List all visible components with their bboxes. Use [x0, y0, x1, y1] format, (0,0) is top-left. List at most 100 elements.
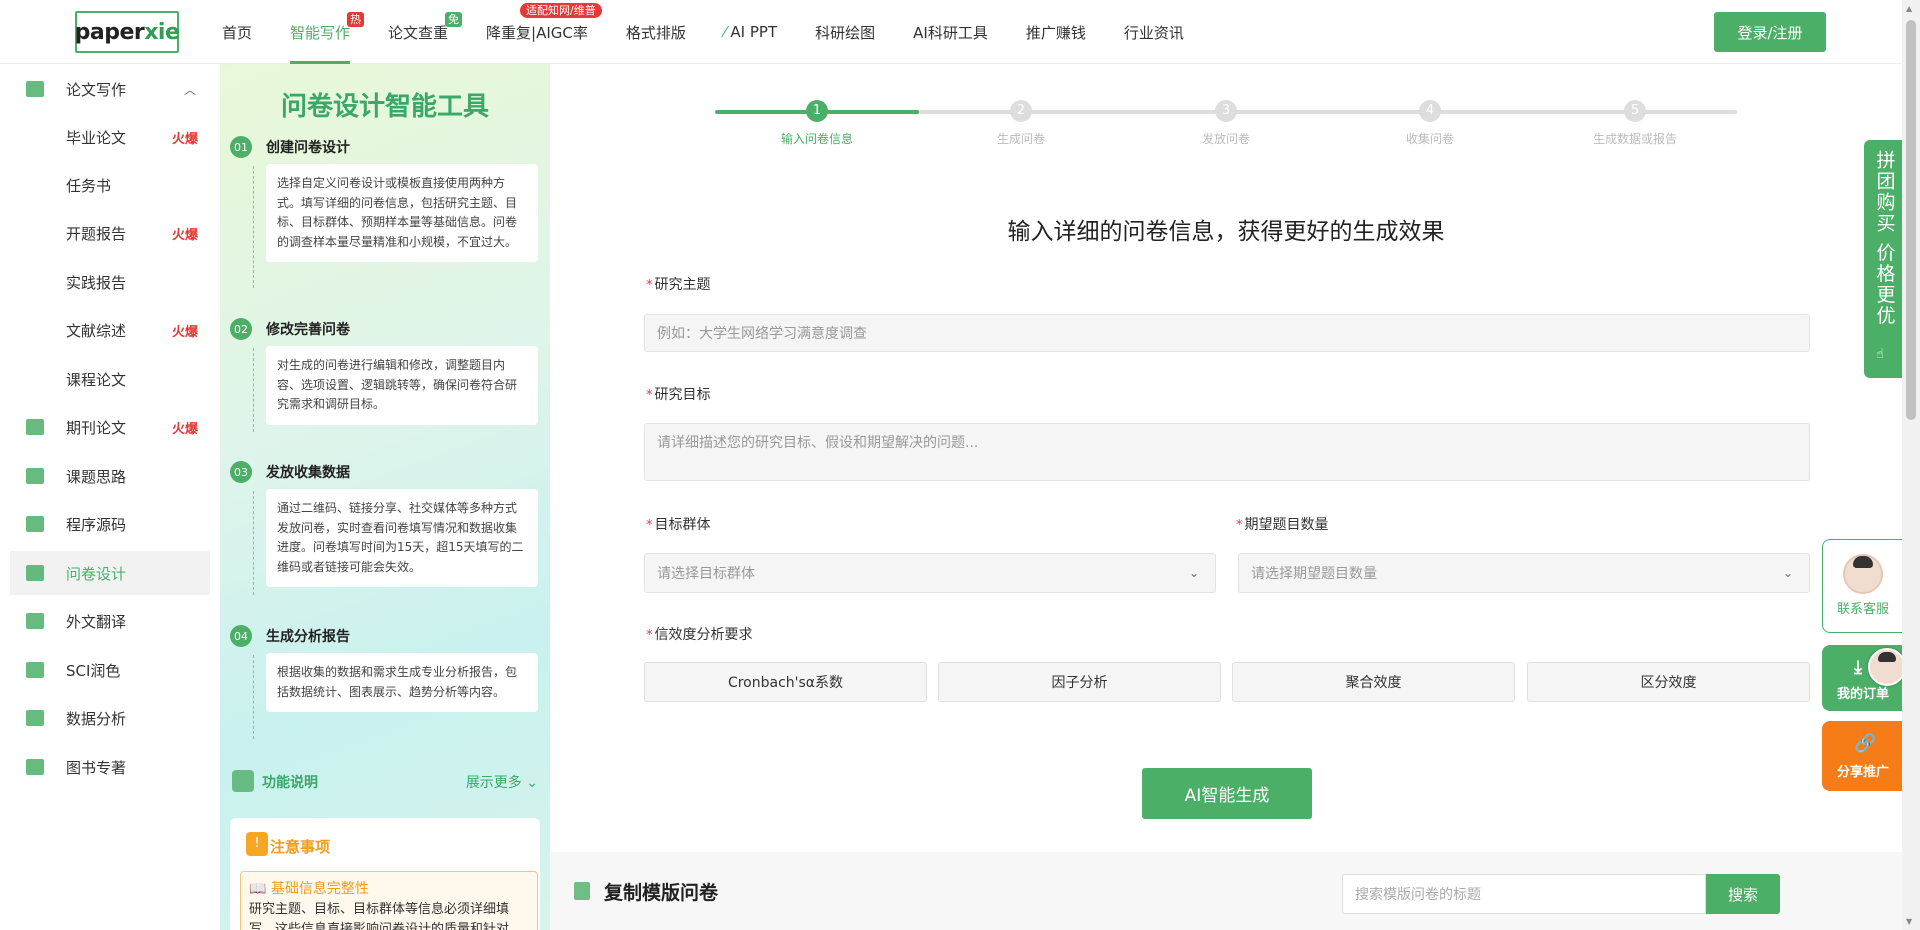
validity-option-cronbach[interactable]: Cronbach'sα系数	[644, 662, 927, 702]
step-description: 选择自定义问卷设计或模板直接使用两种方式。填写详细的问卷信息，包括研究主题、目标…	[266, 164, 538, 262]
nav-label: 首页	[222, 23, 253, 42]
template-search-input[interactable]: 搜索模版问卷的标题	[1342, 874, 1706, 914]
sidebar-item-data-analysis[interactable]: 数据分析	[10, 696, 210, 740]
step-divider	[253, 166, 254, 288]
share-promotion-button[interactable]: 🔗 分享推广	[1822, 721, 1904, 791]
validity-option-convergent[interactable]: 聚合效度	[1232, 662, 1515, 702]
sidebar-item-label: 程序源码	[66, 515, 127, 534]
step-description: 对生成的问卷进行编辑和修改，调整题目内容、选项设置、逻辑跳转等，确保问卷符合研究…	[266, 346, 538, 425]
nav-research-drawing[interactable]: 科研绘图	[815, 0, 875, 64]
validity-option-factor-analysis[interactable]: 因子分析	[938, 662, 1221, 702]
ai-generate-button[interactable]: AI智能生成	[1142, 768, 1312, 819]
form-heading: 输入详细的问卷信息，获得更好的生成效果	[1007, 219, 1445, 245]
nav-home[interactable]: 首页	[222, 0, 252, 64]
validity-option-discriminant[interactable]: 区分效度	[1527, 662, 1810, 702]
chat-avatar[interactable]	[1868, 648, 1906, 686]
target-group-label-text: 目标群体	[654, 517, 711, 533]
sidebar-item-assignment[interactable]: 任务书	[10, 163, 210, 207]
sidebar-item-practice-report[interactable]: 实践报告	[10, 260, 210, 304]
nav-ai-ppt[interactable]: ⁄ AI PPT	[724, 0, 777, 64]
sidebar-item-course-paper[interactable]: 课程论文	[10, 357, 210, 401]
pen-icon	[26, 81, 44, 97]
sidebar-item-label: SCI润色	[66, 661, 121, 680]
sidebar-item-label: 问卷设计	[66, 564, 127, 583]
nav-reduce-aigc[interactable]: 降重复|AIGC率 适配知网/维普	[486, 0, 602, 64]
login-register-button[interactable]: 登录/注册	[1714, 12, 1826, 52]
hot-badge: 火爆	[172, 421, 199, 437]
logo[interactable]: paper xie	[74, 11, 180, 53]
step-divider	[253, 491, 254, 595]
template-search-button[interactable]: 搜索	[1706, 874, 1780, 914]
notice-subtitle: 📖 基础信息完整性	[249, 878, 369, 898]
sidebar-item-label: 任务书	[66, 176, 112, 195]
step-title: 发放收集数据	[266, 465, 350, 481]
question-count-select[interactable]: 请选择期望题目数量 ⌄	[1238, 553, 1810, 593]
nav-label: 行业资讯	[1123, 23, 1184, 42]
question-count-placeholder: 请选择期望题目数量	[1251, 566, 1377, 582]
sidebar-item-topic-ideas[interactable]: 课题思路	[10, 454, 210, 498]
sidebar-item-proposal[interactable]: 开题报告 火爆	[10, 211, 210, 255]
nav-label: 智能写作	[290, 23, 351, 42]
progress-step-1: 1 输入问卷信息	[757, 100, 877, 147]
required-star: *	[646, 518, 653, 533]
nav-label: 科研绘图	[815, 23, 876, 42]
chevron-down-icon: ⌄	[1782, 566, 1793, 580]
topic-input[interactable]: 例如：大学生网络学习满意度调查	[644, 314, 1810, 352]
step-description: 根据收集的数据和需求生成专业分析报告，包括数据统计、图表展示、趋势分析等内容。	[266, 653, 538, 712]
step-dot: 3	[1215, 100, 1237, 122]
sidebar-item-translation[interactable]: 外文翻译	[10, 599, 210, 643]
sidebar-item-label: 图书专著	[66, 758, 127, 777]
show-more-link[interactable]: 展示更多 ⌄	[466, 772, 538, 792]
scroll-up-arrow[interactable]: ▲	[1906, 4, 1912, 13]
step-label: 收集问卷	[1405, 132, 1454, 146]
nav-plagiarism-check[interactable]: 论文查重免	[388, 0, 463, 64]
step-number: 03	[230, 461, 252, 483]
nav-ai-research-tools[interactable]: AI科研工具	[913, 0, 988, 64]
guide-panel: 问卷设计智能工具 01 创建问卷设计 选择自定义问卷设计或模板直接使用两种方式。…	[220, 64, 550, 930]
scroll-down-arrow[interactable]: ▼	[1906, 917, 1912, 926]
nav-formatting[interactable]: 格式排版	[626, 0, 686, 64]
step-number: 04	[230, 625, 252, 647]
nav-label: 降重复|AIGC率	[486, 23, 588, 42]
hot-badge: 热	[347, 12, 365, 27]
translate-icon	[26, 613, 44, 629]
target-group-label: * 目标群体	[646, 514, 711, 534]
nav-smart-writing[interactable]: 智能写作热	[290, 0, 365, 64]
code-icon	[26, 516, 44, 532]
nav-news[interactable]: 行业资讯	[1124, 0, 1184, 64]
page-scrollbar[interactable]: ▲ ▼	[1902, 0, 1920, 930]
sidebar-item-books[interactable]: 图书专著	[10, 745, 210, 789]
top-navbar: paper xie 首页 智能写作热 论文查重免 降重复|AIGC率 适配知网/维普…	[0, 0, 1920, 64]
sidebar-item-source-code[interactable]: 程序源码	[10, 502, 210, 546]
target-group-select[interactable]: 请选择目标群体 ⌄	[644, 553, 1216, 593]
sidebar-item-literature-review[interactable]: 文献综述 火爆	[10, 308, 210, 352]
sidebar-item-label: 数据分析	[66, 709, 127, 728]
nav-label: 格式排版	[625, 23, 686, 42]
grid-icon	[232, 770, 254, 792]
chevron-down-icon: ⌄	[1188, 566, 1199, 580]
logo-accent: xie	[144, 19, 180, 45]
topic-label: * 研究主题	[646, 274, 711, 294]
step-number: 01	[230, 136, 252, 158]
logo-text: paper	[74, 19, 145, 45]
sidebar-item-paper-writing[interactable]: 论文写作 ︿	[10, 67, 210, 111]
step-dot: 1	[806, 100, 828, 122]
chevron-up-icon[interactable]: ︿	[184, 81, 196, 98]
warning-icon: !	[246, 832, 268, 856]
goal-textarea[interactable]: 请详细描述您的研究目标、假设和期望解决的问题...	[644, 423, 1810, 481]
step-divider	[253, 655, 254, 739]
scroll-thumb[interactable]	[1906, 20, 1916, 420]
magic-wand-icon: ⁄	[723, 23, 727, 41]
sidebar-item-survey-design[interactable]: 问卷设计	[10, 551, 210, 595]
nav-promotion[interactable]: 推广赚钱	[1026, 0, 1086, 64]
sidebar-item-journal-paper[interactable]: 期刊论文 火爆	[10, 405, 210, 449]
sidebar-item-label: 开题报告	[66, 224, 127, 243]
main-content: 1 输入问卷信息 2 生成问卷 3 发放问卷 4 收集问卷 5 生成数据或报告 …	[550, 64, 1902, 930]
sidebar-item-sci-polish[interactable]: SCI润色	[10, 648, 210, 692]
chart-icon	[26, 710, 44, 726]
customer-service-button[interactable]: 联系客服	[1822, 539, 1904, 633]
sidebar-item-label: 文献综述	[66, 321, 127, 340]
sidebar-item-graduation-thesis[interactable]: 毕业论文 火爆	[10, 115, 210, 159]
target-group-placeholder: 请选择目标群体	[657, 566, 755, 582]
group-buy-banner[interactable]: 拼团购买 价格更优 ☝	[1864, 140, 1904, 378]
